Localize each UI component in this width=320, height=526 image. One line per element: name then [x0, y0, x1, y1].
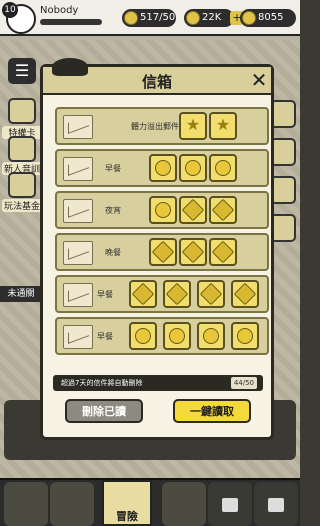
- envelope-icon: [63, 115, 93, 139]
- star-icon: ★: [185, 115, 201, 134]
- star-icon: ★: [215, 115, 231, 134]
- reward-gem: [209, 238, 237, 266]
- reward-coin: [179, 154, 207, 182]
- reward-gem: [129, 280, 157, 308]
- reward-gem: [179, 196, 207, 224]
- envelope-icon: [63, 283, 93, 307]
- item-icon: [237, 328, 253, 344]
- mail-label: 早餐: [105, 164, 121, 173]
- item-icon: [169, 328, 185, 344]
- mail-row[interactable]: 早餐: [55, 317, 269, 355]
- nav-item-1[interactable]: [4, 482, 48, 526]
- reward-gem: [149, 238, 177, 266]
- menu-button[interactable]: ☰: [8, 58, 36, 84]
- info-text: 超過7天的信件將自動刪除: [61, 379, 143, 387]
- energy-display: 517/50: [122, 9, 176, 27]
- reward-gem: [163, 280, 191, 308]
- reward-coin: [209, 154, 237, 182]
- newbie-training-icon[interactable]: [8, 136, 36, 162]
- item-icon: [203, 328, 219, 344]
- mail-count: 44/50: [230, 377, 257, 389]
- mail-row[interactable]: 早餐: [55, 275, 269, 313]
- lightning-icon: [124, 11, 138, 25]
- envelope-icon: [63, 199, 93, 223]
- coin-icon: [155, 160, 171, 176]
- gem-icon: [131, 282, 155, 306]
- nav-item-2[interactable]: [50, 482, 94, 526]
- gem-icon: [165, 282, 189, 306]
- reward-star: ★: [179, 112, 207, 140]
- gem-icon: [181, 198, 205, 222]
- fund-label: 玩法基金: [2, 199, 42, 212]
- player-level-badge: 10: [2, 2, 18, 18]
- reward-star: ★: [209, 112, 237, 140]
- reward-coin: [149, 196, 177, 224]
- mail-row[interactable]: 晚餐: [55, 233, 269, 271]
- coins-value: 22K: [202, 12, 222, 23]
- gem-icon: [211, 198, 235, 222]
- reward-gem: [231, 280, 259, 308]
- nav-item-locked[interactable]: [208, 482, 252, 526]
- mail-list: 體力溢出郵件 ★ ★ 早餐 夜宵 晚餐 早餐 早餐: [55, 99, 269, 399]
- gems-display: 8055: [240, 9, 296, 27]
- reward-item: [129, 322, 157, 350]
- lock-icon: [268, 498, 284, 512]
- mailbox-modal: 信箱 ✕ 體力溢出郵件 ★ ★ 早餐 夜宵 晚餐 早餐 早餐 超過7天的信件將自…: [40, 64, 274, 440]
- coin-icon: [185, 160, 201, 176]
- close-icon[interactable]: ✕: [249, 69, 269, 91]
- gem-icon: [199, 282, 223, 306]
- player-name: Nobody: [40, 5, 79, 16]
- coins-display: 22K: [184, 9, 234, 27]
- privilege-card-icon[interactable]: [8, 98, 36, 124]
- reward-gem: [197, 280, 225, 308]
- mail-label: 早餐: [97, 332, 113, 341]
- nav-item-locked[interactable]: [254, 482, 298, 526]
- reward-gem: [179, 238, 207, 266]
- lock-icon: [222, 498, 238, 512]
- mail-row[interactable]: 早餐: [55, 149, 269, 187]
- xp-bar: [40, 19, 102, 25]
- top-bar: 10 Nobody 517/50 22K + 8055: [0, 0, 300, 36]
- coin-icon: [186, 11, 200, 25]
- coin-icon: [215, 160, 231, 176]
- claim-all-button[interactable]: 一鍵讀取: [173, 399, 251, 423]
- envelope-icon: [63, 325, 93, 349]
- nav-item-4[interactable]: [162, 482, 206, 526]
- gem-icon: [233, 282, 257, 306]
- reward-coin: [149, 154, 177, 182]
- reward-gem: [209, 196, 237, 224]
- item-icon: [135, 328, 151, 344]
- mail-row[interactable]: 夜宵: [55, 191, 269, 229]
- fund-icon[interactable]: [8, 172, 36, 198]
- envelope-icon: [63, 241, 93, 265]
- gem-icon: [242, 11, 256, 25]
- gem-icon: [181, 240, 205, 264]
- nav-adventure-label: 冒險: [116, 510, 138, 523]
- not-cleared-label: 未通關: [0, 286, 42, 302]
- mail-label: 夜宵: [105, 206, 121, 215]
- mail-label: 體力溢出郵件: [131, 122, 179, 131]
- gems-value: 8055: [258, 12, 284, 23]
- reward-item: [163, 322, 191, 350]
- mail-label: 晚餐: [105, 248, 121, 257]
- mail-label: 早餐: [97, 290, 113, 299]
- delete-read-button[interactable]: 刪除已讀: [65, 399, 143, 423]
- envelope-icon: [63, 157, 93, 181]
- reward-item: [197, 322, 225, 350]
- auto-delete-info: 超過7天的信件將自動刪除 44/50: [53, 375, 263, 391]
- energy-value: 517/50: [140, 12, 176, 23]
- reward-item: [231, 322, 259, 350]
- gem-icon: [151, 240, 175, 264]
- gem-icon: [211, 240, 235, 264]
- coin-icon: [155, 202, 171, 218]
- mail-row[interactable]: 體力溢出郵件 ★ ★: [55, 107, 269, 145]
- cat-mascot-icon: [52, 58, 88, 76]
